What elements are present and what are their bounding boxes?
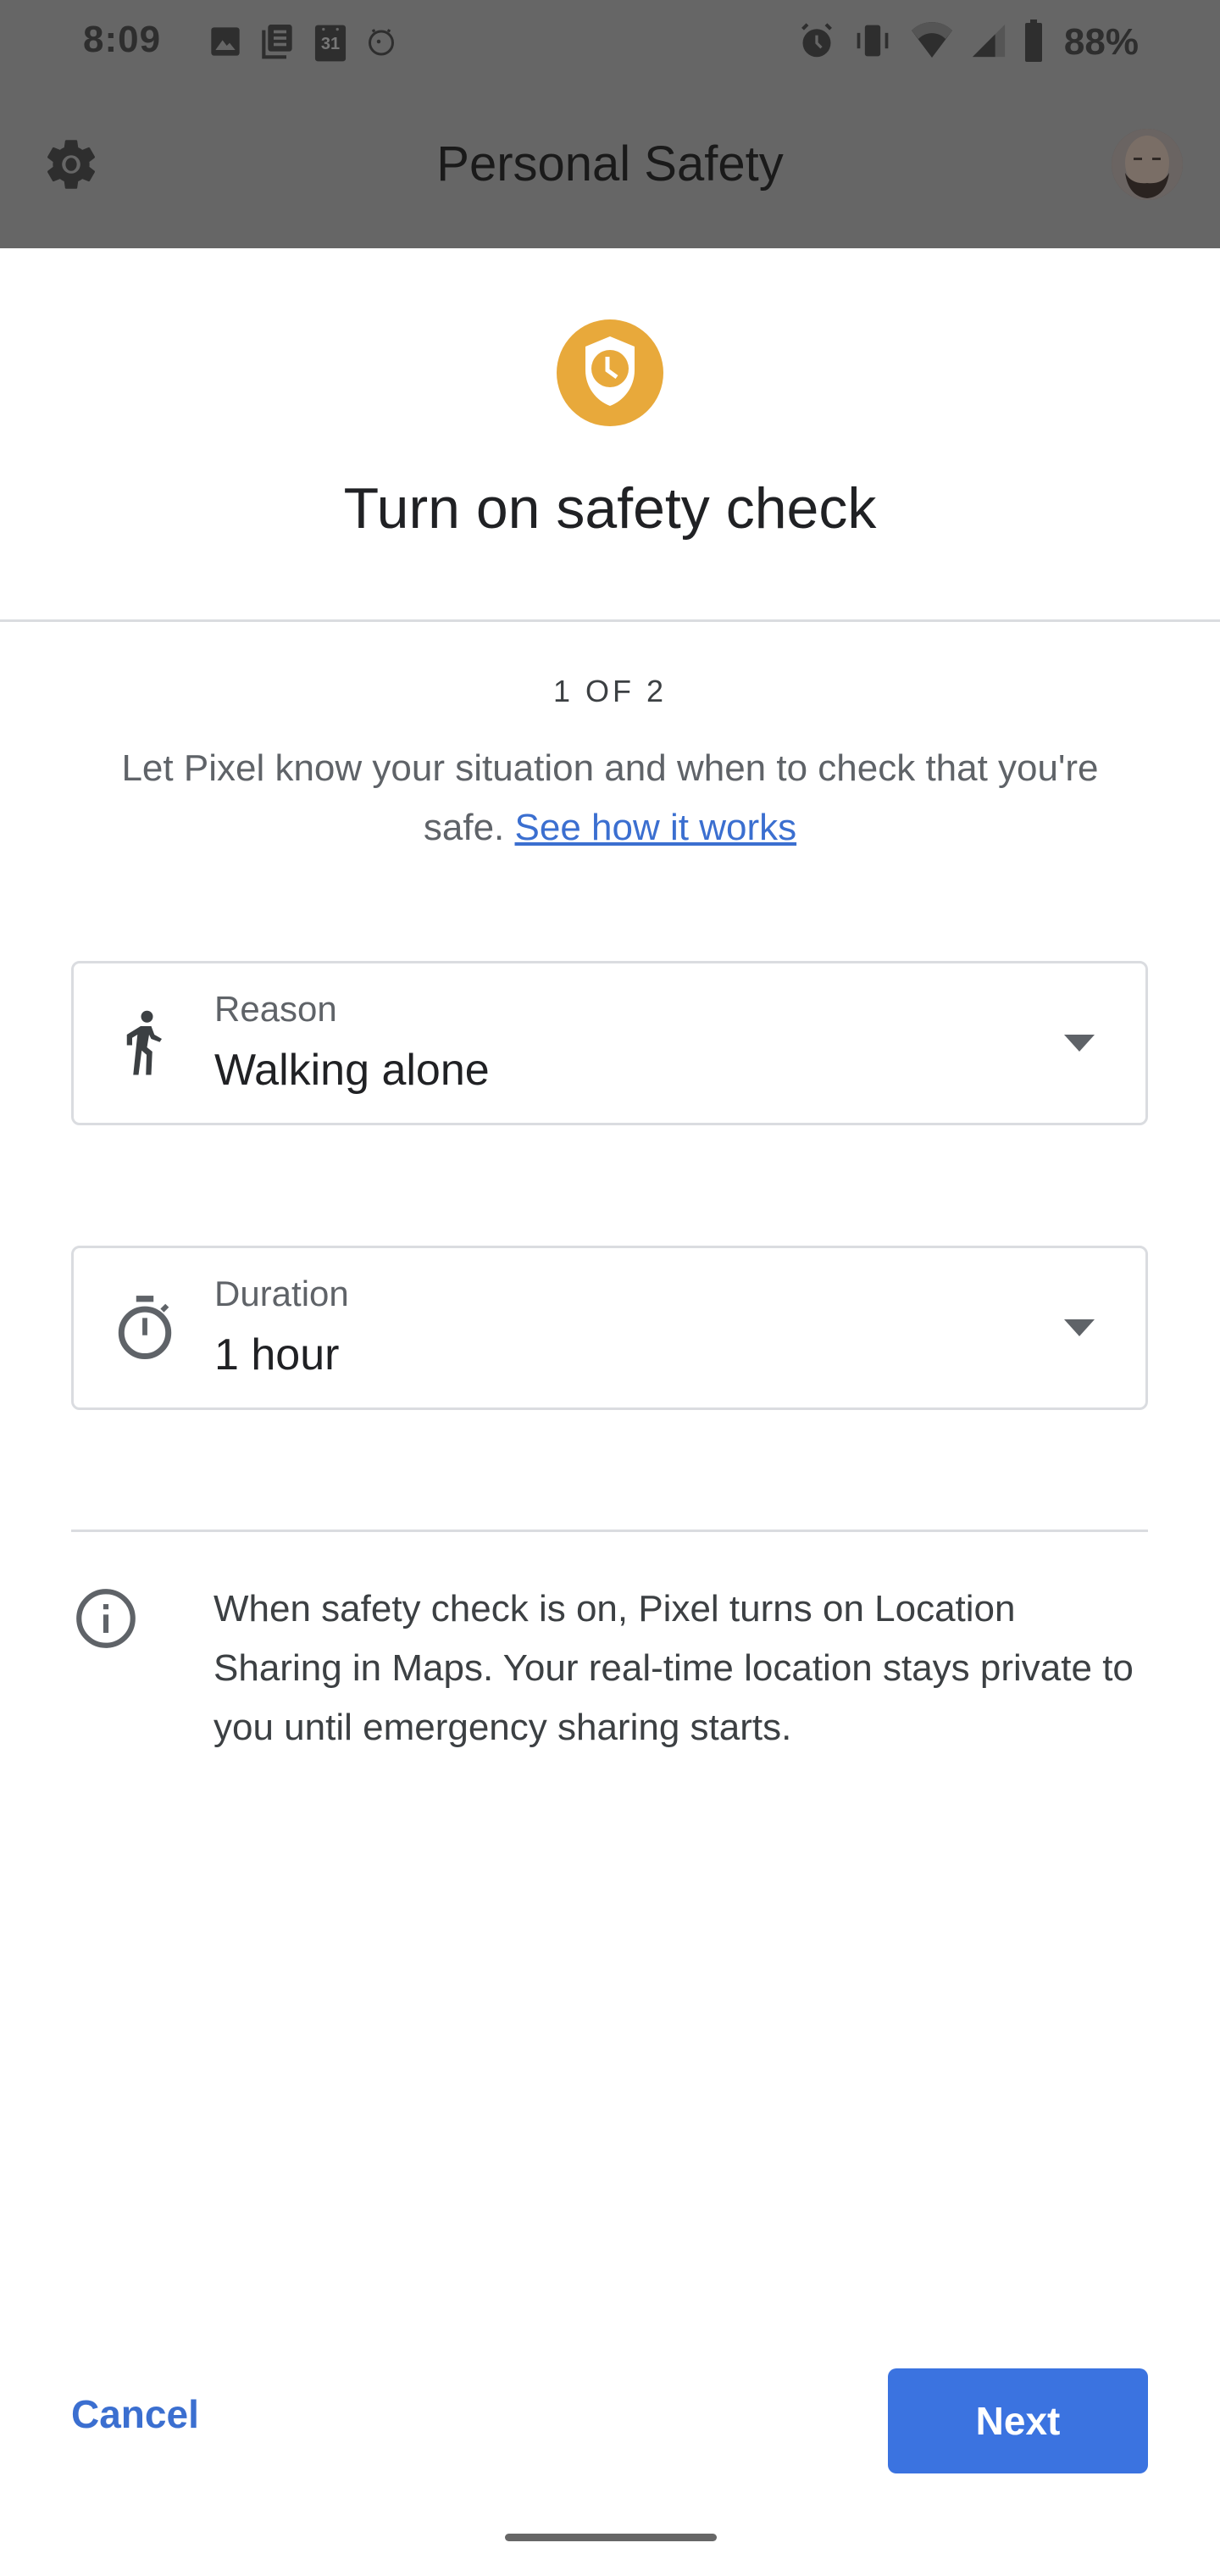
- timer-icon: [111, 1290, 179, 1366]
- next-button[interactable]: Next: [888, 2368, 1148, 2473]
- status-bar: 8:09 31 88%: [0, 0, 1220, 85]
- reason-value: Walking alone: [214, 1046, 490, 1095]
- user-avatar-photo: [1112, 129, 1183, 200]
- next-button-label: Next: [975, 2399, 1061, 2443]
- photo-icon: [208, 25, 242, 63]
- walking-person-icon: [111, 1005, 179, 1081]
- divider: [71, 1530, 1148, 1532]
- calendar-day: 31: [320, 35, 341, 53]
- see-how-it-works-link[interactable]: See how it works: [515, 807, 797, 848]
- digital-wellbeing-icon: [366, 26, 396, 61]
- calendar-icon: 31: [313, 24, 347, 63]
- news-icon: [261, 23, 295, 64]
- dimmed-app-bar-area: 8:09 31 88% Personal Safety: [0, 0, 1220, 248]
- shield-clock-icon: [557, 319, 663, 426]
- sheet-hero: Turn on safety check: [0, 248, 1220, 620]
- system-status-icons: 88%: [798, 19, 1139, 66]
- notification-icons: 31: [208, 24, 396, 63]
- step-indicator: 1 OF 2: [552, 674, 668, 708]
- chevron-down-icon: [1064, 1319, 1095, 1336]
- battery-icon: [1023, 19, 1044, 66]
- vibrate-icon: [852, 22, 893, 64]
- reason-label: Reason: [214, 989, 337, 1029]
- gesture-navigation-bar[interactable]: [505, 2534, 717, 2541]
- wifi-icon: [910, 21, 954, 64]
- header-title: Personal Safety: [436, 136, 784, 192]
- avatar[interactable]: [1112, 129, 1183, 200]
- chevron-down-icon: [1064, 1035, 1095, 1052]
- alarm-icon: [798, 21, 835, 64]
- cell-signal-icon: [971, 22, 1006, 64]
- description: Let Pixel know your situation and when t…: [102, 739, 1118, 858]
- reason-dropdown[interactable]: Reason Walking alone: [71, 961, 1148, 1125]
- app-header: Personal Safety: [0, 85, 1220, 248]
- page-title: Turn on safety check: [343, 476, 877, 541]
- info-icon: [75, 1587, 137, 1650]
- divider: [0, 619, 1220, 622]
- duration-dropdown[interactable]: Duration 1 hour: [71, 1246, 1148, 1410]
- battery-percent: 88%: [1063, 21, 1139, 63]
- duration-label: Duration: [214, 1274, 349, 1313]
- status-time: 8:09: [83, 19, 162, 60]
- duration-value: 1 hour: [214, 1330, 340, 1380]
- info-text: When safety check is on, Pixel turns on …: [214, 1588, 1134, 1748]
- cancel-button[interactable]: Cancel: [71, 2391, 199, 2437]
